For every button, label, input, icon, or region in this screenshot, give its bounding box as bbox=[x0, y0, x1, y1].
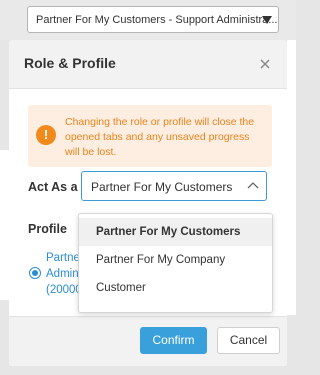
profile-line: Partne bbox=[46, 252, 80, 264]
act-as-select-value: Partner For My Customers bbox=[91, 180, 233, 194]
background-panel-right bbox=[287, 40, 296, 315]
dropdown-option-partner-for-my-customers[interactable]: Partner For My Customers bbox=[79, 218, 272, 246]
confirm-button[interactable]: Confirm bbox=[140, 327, 207, 354]
close-icon[interactable] bbox=[255, 54, 275, 74]
role-profile-dialog: Role & Profile ! Changing the role or pr… bbox=[9, 40, 287, 366]
dialog-footer: Confirm Cancel bbox=[9, 316, 287, 366]
warning-banner: ! Changing the role or profile will clos… bbox=[28, 105, 272, 167]
role-profile-select-value: Partner For My Customers - Support Admin… bbox=[36, 14, 278, 26]
act-as-dropdown-menu: Partner For My Customers Partner For My … bbox=[78, 213, 273, 313]
dropdown-option-customer[interactable]: Customer bbox=[79, 274, 272, 302]
cancel-button[interactable]: Cancel bbox=[217, 327, 280, 354]
warning-icon: ! bbox=[36, 125, 56, 145]
act-as-select[interactable]: Partner For My Customers bbox=[81, 171, 267, 201]
background-panel-left bbox=[0, 150, 9, 300]
top-bar: Partner For My Customers - Support Admin… bbox=[0, 0, 296, 40]
act-as-label: Act As a bbox=[28, 180, 78, 194]
chevron-up-icon bbox=[247, 182, 259, 189]
caret-down-icon bbox=[262, 16, 272, 24]
dialog-title: Role & Profile bbox=[24, 55, 116, 71]
profile-label: Profile bbox=[28, 222, 67, 236]
profile-option-text[interactable]: Partne Admin (20000 bbox=[46, 250, 80, 298]
dialog-header: Role & Profile bbox=[9, 40, 287, 89]
profile-line: (20000 bbox=[46, 284, 80, 296]
dropdown-option-partner-for-my-company[interactable]: Partner For My Company bbox=[79, 246, 272, 274]
profile-radio[interactable] bbox=[29, 267, 41, 279]
role-profile-select[interactable]: Partner For My Customers - Support Admin… bbox=[27, 6, 279, 33]
profile-line: Admin bbox=[46, 268, 79, 280]
warning-message: Changing the role or profile will close … bbox=[65, 116, 255, 158]
